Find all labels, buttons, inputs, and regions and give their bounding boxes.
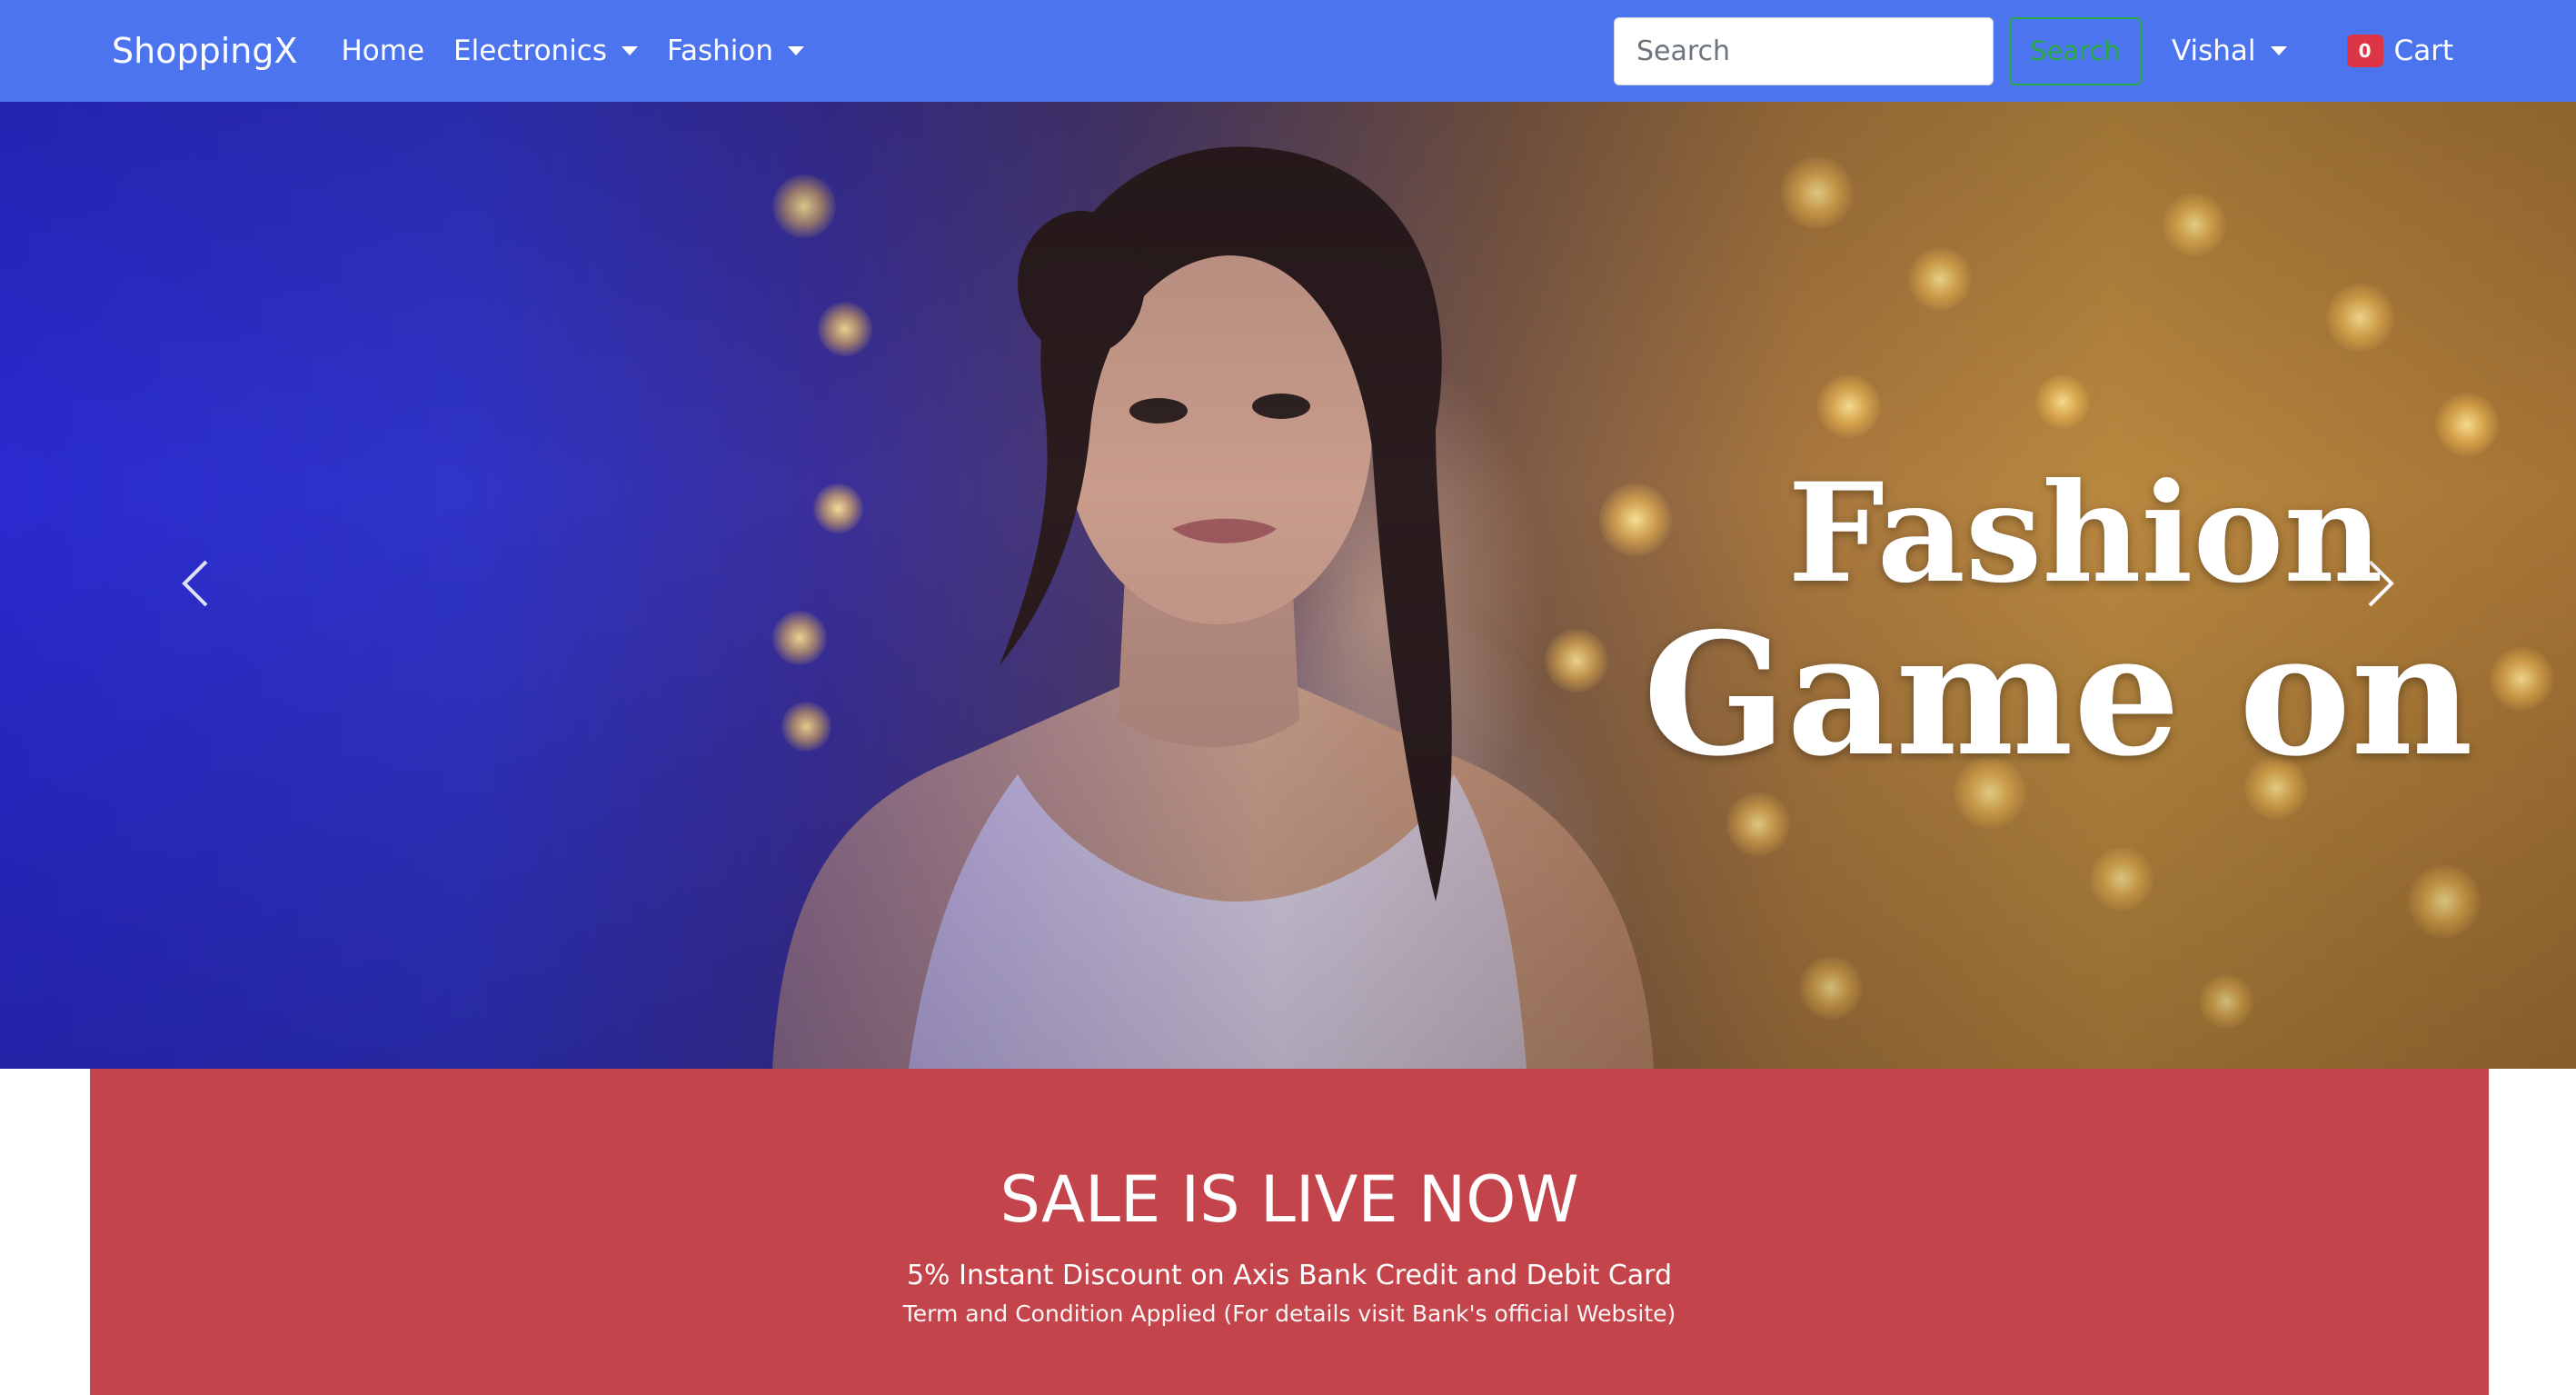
- search-button[interactable]: Search: [2009, 16, 2142, 85]
- sale-subtitle: 5% Instant Discount on Axis Bank Credit …: [906, 1260, 1673, 1291]
- nav-dropdown-electronics[interactable]: Electronics: [453, 35, 639, 67]
- top-navbar: ShoppingX Home Electronics Fashion Searc…: [0, 0, 2576, 102]
- navbar-right-group: Search Vishal 0 Cart: [1614, 16, 2453, 85]
- nav-dropdown-fashion[interactable]: Fashion: [667, 35, 805, 67]
- user-name: Vishal: [2172, 35, 2256, 67]
- sale-banner: SALE IS LIVE NOW 5% Instant Discount on …: [90, 1069, 2489, 1395]
- caret-down-icon: [622, 46, 639, 55]
- hero-carousel: Fashion Game on: [0, 102, 2576, 1069]
- hero-caption-line1: Fashion: [1787, 453, 2383, 613]
- nav-dropdown-fashion-label: Fashion: [667, 35, 774, 67]
- caret-down-icon: [788, 46, 805, 55]
- sale-title: SALE IS LIVE NOW: [1000, 1162, 1579, 1237]
- cart-link[interactable]: 0 Cart: [2346, 35, 2454, 67]
- hero-caption: Fashion Game on: [1636, 456, 2481, 785]
- brand-logo-link[interactable]: ShoppingX: [112, 31, 298, 71]
- nav-dropdown-electronics-label: Electronics: [453, 35, 608, 67]
- nav-link-home[interactable]: Home: [342, 35, 425, 67]
- search-input[interactable]: [1614, 16, 1994, 85]
- cart-count-badge: 0: [2346, 35, 2383, 67]
- user-dropdown[interactable]: Vishal: [2172, 35, 2287, 67]
- nav-link-home-label: Home: [341, 35, 425, 67]
- carousel-prev-button[interactable]: [141, 511, 250, 656]
- caret-down-icon: [2270, 46, 2287, 55]
- hero-caption-line2: Game on: [1643, 595, 2473, 793]
- sale-terms: Term and Condition Applied (For details …: [902, 1300, 1676, 1327]
- chevron-left-icon: [182, 560, 208, 607]
- cart-label: Cart: [2393, 35, 2454, 67]
